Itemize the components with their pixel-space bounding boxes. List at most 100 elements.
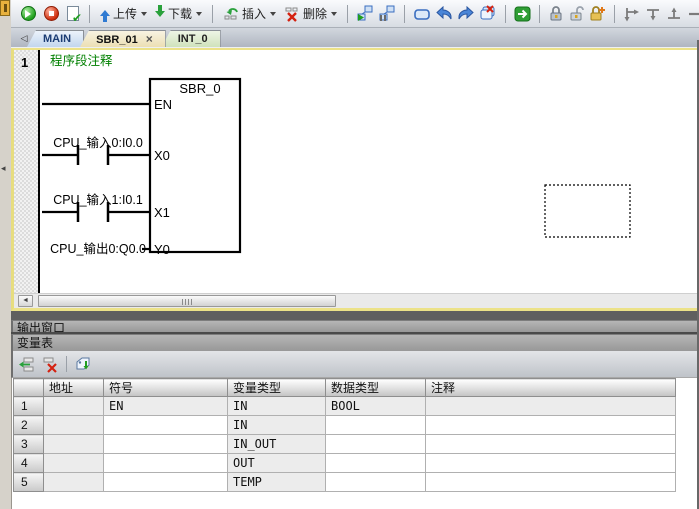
program-status-icon[interactable]	[356, 5, 374, 22]
row-number-header	[14, 379, 44, 397]
toolbar-separator	[505, 5, 506, 23]
data-type-cell[interactable]	[326, 473, 426, 492]
compile-button[interactable]: ✔	[65, 5, 81, 22]
horizontal-scrollbar[interactable]: ◄	[14, 293, 699, 308]
upload-dropdown-icon[interactable]	[141, 12, 147, 19]
scrollbar-thumb[interactable]	[38, 295, 336, 307]
insert-branch-icon[interactable]	[623, 6, 641, 22]
symbol-cell[interactable]	[104, 416, 228, 435]
upload-button[interactable]: 上传	[98, 4, 149, 23]
var-type-cell[interactable]: TEMP	[228, 473, 326, 492]
delete-dropdown-icon[interactable]	[331, 12, 337, 19]
contact-x1-operand[interactable]: CPU_输入1:I0.1	[53, 192, 143, 207]
comment-cell[interactable]	[426, 454, 676, 473]
address-cell[interactable]	[44, 397, 104, 416]
download-arrow-icon	[155, 5, 165, 22]
contact-x0-operand[interactable]: CPU_输入0:I0.0	[53, 135, 143, 150]
compile-icon: ✔	[67, 6, 79, 21]
symbol-header[interactable]: 符号	[104, 379, 228, 397]
row-number[interactable]: 1	[14, 397, 44, 416]
line-up-icon[interactable]	[666, 6, 683, 22]
next-bookmark-icon[interactable]	[457, 6, 475, 22]
tab-int-0[interactable]: INT_0	[162, 30, 221, 47]
line-horizontal-icon[interactable]	[687, 6, 699, 22]
data-type-header[interactable]: 数据类型	[326, 379, 426, 397]
address-cell[interactable]	[44, 416, 104, 435]
data-type-cell[interactable]: BOOL	[326, 397, 426, 416]
run-icon	[21, 6, 36, 21]
dock-expand-arrow-icon[interactable]: ◂	[1, 164, 10, 173]
scroll-left-arrow-icon[interactable]: ◄	[18, 295, 33, 307]
var-type-cell[interactable]: IN_OUT	[228, 435, 326, 454]
network-comment[interactable]: 程序段注释	[50, 53, 113, 68]
comment-cell[interactable]	[426, 397, 676, 416]
prev-bookmark-icon[interactable]	[435, 6, 453, 22]
clear-bookmarks-icon[interactable]	[479, 5, 497, 22]
tab-sbr-01[interactable]: SBR_01×	[80, 30, 166, 47]
symbol-cell[interactable]	[104, 473, 228, 492]
symbol-cell[interactable]: EN	[104, 397, 228, 416]
output-window-title-bar[interactable]: 输出窗口	[11, 320, 699, 332]
comment-cell[interactable]	[426, 416, 676, 435]
var-type-cell[interactable]: IN	[228, 397, 326, 416]
comment-cell[interactable]	[426, 435, 676, 454]
variable-table-title: 变量表	[17, 336, 53, 350]
row-number[interactable]: 4	[14, 454, 44, 473]
network-gutter: 1	[14, 50, 40, 294]
row-number[interactable]: 3	[14, 435, 44, 454]
tab-main-label: MAIN	[43, 33, 71, 45]
lock-icon[interactable]	[548, 5, 564, 22]
download-label: 下载	[168, 5, 192, 22]
comment-cell[interactable]	[426, 473, 676, 492]
ladder-editor-pane[interactable]: 1 程序段注释 SBR_0 EN CPU_输入0:I0.0	[11, 48, 699, 311]
delete-row-icon[interactable]	[41, 356, 59, 373]
upload-label: 上传	[113, 5, 137, 22]
pin-en-label: EN	[154, 97, 172, 112]
pin-x1-label: X1	[154, 205, 170, 220]
insert-button[interactable]: 插入	[221, 4, 278, 23]
tab-main[interactable]: MAIN	[27, 30, 84, 47]
pane-splitter[interactable]	[11, 311, 699, 320]
var-type-cell[interactable]: OUT	[228, 454, 326, 473]
pin-icon[interactable]	[0, 0, 10, 16]
pause-status-icon[interactable]	[378, 5, 396, 22]
download-button[interactable]: 下载	[153, 4, 204, 23]
data-type-cell[interactable]	[326, 454, 426, 473]
table-row: 2 IN	[14, 416, 676, 435]
address-cell[interactable]	[44, 435, 104, 454]
comment-header[interactable]: 注释	[426, 379, 676, 397]
run-button[interactable]	[19, 5, 38, 22]
selection-cursor-box[interactable]	[545, 185, 630, 237]
toolbar-separator	[66, 356, 67, 372]
address-header[interactable]: 地址	[44, 379, 104, 397]
data-type-cell[interactable]	[326, 435, 426, 454]
assign-address-icon[interactable]	[74, 356, 92, 373]
table-row: 5 TEMP	[14, 473, 676, 492]
ladder-canvas[interactable]: 程序段注释 SBR_0 EN CPU_输入0:I0.0 X0 CPU_输入1:I	[42, 50, 699, 294]
download-dropdown-icon[interactable]	[196, 12, 202, 19]
toolbar-separator	[539, 5, 540, 23]
symbol-cell[interactable]	[104, 454, 228, 473]
stop-button[interactable]	[42, 5, 61, 22]
bookmark-toggle-icon[interactable]	[413, 6, 431, 22]
variable-table-title-bar[interactable]: 变量表	[11, 334, 699, 351]
row-number[interactable]: 5	[14, 473, 44, 492]
insert-row-icon[interactable]	[18, 356, 36, 373]
unlock-icon[interactable]	[568, 5, 584, 22]
editor-tab-bar: ◁ MAIN SBR_01× INT_0	[11, 28, 699, 48]
symbol-cell[interactable]	[104, 435, 228, 454]
line-down-icon[interactable]	[645, 6, 662, 22]
address-cell[interactable]	[44, 454, 104, 473]
data-type-cell[interactable]	[326, 416, 426, 435]
tab-close-icon[interactable]: ×	[146, 32, 153, 46]
output-y0-operand[interactable]: CPU_输出0:Q0.0	[50, 241, 146, 256]
row-number[interactable]: 2	[14, 416, 44, 435]
insert-label: 插入	[242, 5, 266, 22]
var-type-cell[interactable]: IN	[228, 416, 326, 435]
delete-button[interactable]: 删除	[282, 4, 339, 23]
goto-icon[interactable]	[514, 6, 531, 22]
address-cell[interactable]	[44, 473, 104, 492]
lock-add-icon[interactable]	[588, 5, 606, 22]
var-type-header[interactable]: 变量类型	[228, 379, 326, 397]
insert-dropdown-icon[interactable]	[270, 12, 276, 19]
